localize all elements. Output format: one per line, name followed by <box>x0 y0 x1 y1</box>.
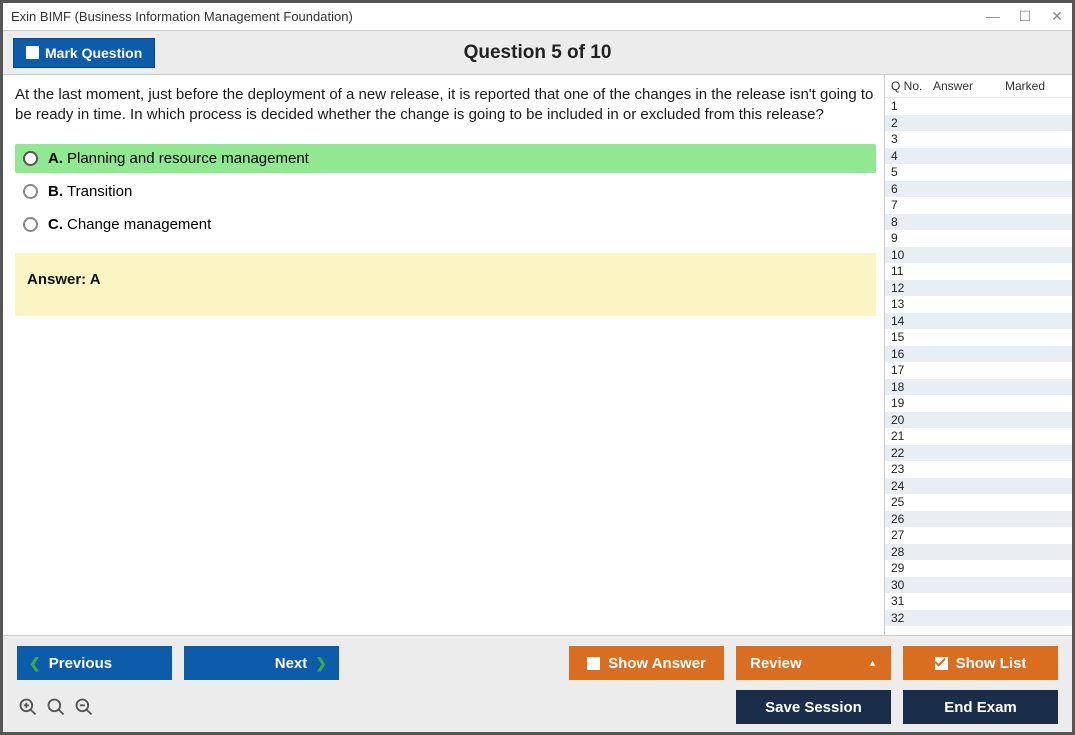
list-item[interactable]: 1 <box>885 98 1072 115</box>
zoom-icon[interactable] <box>45 696 67 718</box>
checkbox-icon <box>587 657 600 670</box>
list-item[interactable]: 32 <box>885 610 1072 627</box>
col-marked: Marked <box>1005 79 1068 93</box>
chevron-right-icon: ❯ <box>315 655 327 672</box>
maximize-icon[interactable]: ☐ <box>1018 8 1032 25</box>
footer-row-1: ❮ Previous Next ❯ Show Answer Review ▲ S… <box>17 646 1058 680</box>
list-item[interactable]: 7 <box>885 197 1072 214</box>
list-item[interactable]: 27 <box>885 527 1072 544</box>
end-exam-label: End Exam <box>944 699 1017 716</box>
list-item[interactable]: 12 <box>885 280 1072 297</box>
option-b[interactable]: B.Transition <box>15 177 876 206</box>
list-item[interactable]: 6 <box>885 181 1072 198</box>
list-item[interactable]: 26 <box>885 511 1072 528</box>
option-text: Change management <box>67 216 211 233</box>
list-item[interactable]: 20 <box>885 412 1072 429</box>
question-counter: Question 5 of 10 <box>464 42 612 64</box>
titlebar: Exin BIMF (Business Information Manageme… <box>3 3 1072 31</box>
list-item[interactable]: 3 <box>885 131 1072 148</box>
previous-button[interactable]: ❮ Previous <box>17 646 172 680</box>
option-c[interactable]: C.Change management <box>15 210 876 239</box>
chevron-left-icon: ❮ <box>29 655 41 672</box>
question-panel: At the last moment, just before the depl… <box>3 75 884 635</box>
answer-label: Answer: A <box>27 271 101 288</box>
checkbox-checked-icon <box>935 657 948 670</box>
end-exam-button[interactable]: End Exam <box>903 690 1058 724</box>
footer: ❮ Previous Next ❯ Show Answer Review ▲ S… <box>3 635 1072 732</box>
minimize-icon[interactable]: — <box>986 8 1000 25</box>
list-item[interactable]: 11 <box>885 263 1072 280</box>
radio-icon <box>23 151 38 166</box>
list-item[interactable]: 17 <box>885 362 1072 379</box>
question-text: At the last moment, just before the depl… <box>15 85 876 126</box>
answer-box: Answer: A <box>15 253 876 316</box>
list-item[interactable]: 4 <box>885 148 1072 165</box>
zoom-in-icon[interactable] <box>17 696 39 718</box>
option-text: Planning and resource management <box>67 150 309 167</box>
review-button[interactable]: Review ▲ <box>736 646 891 680</box>
header: Mark Question Question 5 of 10 <box>3 31 1072 75</box>
zoom-controls <box>17 696 95 718</box>
list-item[interactable]: 23 <box>885 461 1072 478</box>
close-icon[interactable]: ✕ <box>1050 8 1064 25</box>
checkbox-icon <box>26 46 39 59</box>
list-item[interactable]: 13 <box>885 296 1072 313</box>
mark-question-label: Mark Question <box>45 45 142 61</box>
list-item[interactable]: 24 <box>885 478 1072 495</box>
body: At the last moment, just before the depl… <box>3 75 1072 635</box>
list-item[interactable]: 28 <box>885 544 1072 561</box>
list-item[interactable]: 18 <box>885 379 1072 396</box>
list-item[interactable]: 29 <box>885 560 1072 577</box>
window-title: Exin BIMF (Business Information Manageme… <box>11 9 986 24</box>
list-item[interactable]: 19 <box>885 395 1072 412</box>
chevron-down-icon: ▲ <box>868 658 877 668</box>
window-controls: — ☐ ✕ <box>986 8 1064 25</box>
list-item[interactable]: 8 <box>885 214 1072 231</box>
show-answer-label: Show Answer <box>608 655 706 672</box>
next-button[interactable]: Next ❯ <box>184 646 339 680</box>
question-list-header: Q No. Answer Marked <box>885 75 1072 98</box>
next-label: Next <box>275 655 308 672</box>
list-item[interactable]: 30 <box>885 577 1072 594</box>
list-item[interactable]: 5 <box>885 164 1072 181</box>
save-session-label: Save Session <box>765 699 862 716</box>
show-list-label: Show List <box>956 655 1027 672</box>
show-answer-button[interactable]: Show Answer <box>569 646 724 680</box>
show-list-button[interactable]: Show List <box>903 646 1058 680</box>
radio-icon <box>23 184 38 199</box>
review-label: Review <box>750 655 802 672</box>
list-item[interactable]: 9 <box>885 230 1072 247</box>
radio-icon <box>23 217 38 232</box>
option-letter: C. <box>48 216 63 233</box>
option-letter: A. <box>48 150 63 167</box>
list-item[interactable]: 31 <box>885 593 1072 610</box>
col-answer: Answer <box>933 79 1005 93</box>
list-item[interactable]: 22 <box>885 445 1072 462</box>
list-item[interactable]: 16 <box>885 346 1072 363</box>
list-item[interactable]: 25 <box>885 494 1072 511</box>
previous-label: Previous <box>49 655 112 672</box>
footer-row-2: Save Session End Exam <box>17 690 1058 724</box>
option-text: Transition <box>67 183 132 200</box>
list-item[interactable]: 14 <box>885 313 1072 330</box>
mark-question-button[interactable]: Mark Question <box>13 38 155 68</box>
question-list-panel: Q No. Answer Marked 12345678910111213141… <box>884 75 1072 635</box>
list-item[interactable]: 10 <box>885 247 1072 264</box>
option-letter: B. <box>48 183 63 200</box>
save-session-button[interactable]: Save Session <box>736 690 891 724</box>
option-a[interactable]: A.Planning and resource management <box>15 144 876 173</box>
list-item[interactable]: 21 <box>885 428 1072 445</box>
list-item[interactable]: 15 <box>885 329 1072 346</box>
app-window: Exin BIMF (Business Information Manageme… <box>0 0 1075 735</box>
question-list[interactable]: 1234567891011121314151617181920212223242… <box>885 98 1072 635</box>
zoom-out-icon[interactable] <box>73 696 95 718</box>
list-item[interactable]: 2 <box>885 115 1072 132</box>
col-qno: Q No. <box>891 79 933 93</box>
